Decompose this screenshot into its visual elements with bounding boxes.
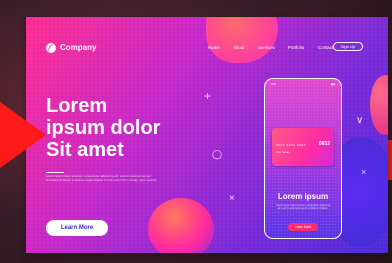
close-icon: × <box>229 193 235 204</box>
signup-button[interactable]: Sign Up <box>333 42 363 51</box>
logo-icon[interactable] <box>46 43 56 53</box>
landing-page-screen: Company Home About Services Portfolio Co… <box>26 17 388 253</box>
close-icon: × <box>361 167 367 177</box>
nav-link-home[interactable]: Home <box>208 45 220 50</box>
phone-mockup: 9:41 ▮▮▮ 0000 0000 0000 0652 Your Name L… <box>264 78 342 239</box>
nav-link-services[interactable]: Services <box>258 45 275 50</box>
nav-link-portfolio[interactable]: Portfolio <box>288 45 304 50</box>
phone-paragraph: Lorem ipsum dolor sit amet, consectetur … <box>276 204 330 210</box>
card-holder-name: Your Name <box>276 151 289 154</box>
nav-link-about[interactable]: About <box>233 45 244 50</box>
phone-time: 9:41 <box>271 83 277 86</box>
phone-title: Lorem ipsum <box>277 192 329 201</box>
chevron-down-icon: ∨ <box>356 115 364 126</box>
learn-more-button[interactable]: Learn More <box>46 220 108 236</box>
credit-card: 0000 0000 0000 0652 Your Name <box>272 128 334 166</box>
signal-icon: ▮▮▮ <box>330 83 335 86</box>
card-last-digits: 0652 <box>318 141 330 147</box>
hero-title-line: Sit amet <box>46 139 124 161</box>
card-number: 0000 0000 0000 <box>276 143 307 147</box>
phone-learn-more-button[interactable]: Learn More <box>288 223 318 231</box>
nav-link-contact[interactable]: Contact <box>318 45 333 50</box>
hero-paragraph: Lorem ipsum dolor sit amet, consectetur … <box>46 174 157 182</box>
brand-name[interactable]: Company <box>60 43 96 52</box>
blob-shape-bottom <box>148 198 214 253</box>
hero-title-line: Lorem <box>46 95 108 117</box>
red-arrow-icon <box>0 102 46 168</box>
hero-divider <box>46 172 64 173</box>
phone-status-bar: 9:41 ▮▮▮ <box>271 83 335 87</box>
hero-title: Lorem ipsum dolor Sit amet <box>46 95 206 161</box>
top-navigation: Company Home About Services Portfolio Co… <box>26 17 388 53</box>
hero-title-line: ipsum dolor <box>46 117 161 139</box>
plus-icon: + <box>204 89 212 103</box>
ring-icon: ◯ <box>212 149 223 159</box>
